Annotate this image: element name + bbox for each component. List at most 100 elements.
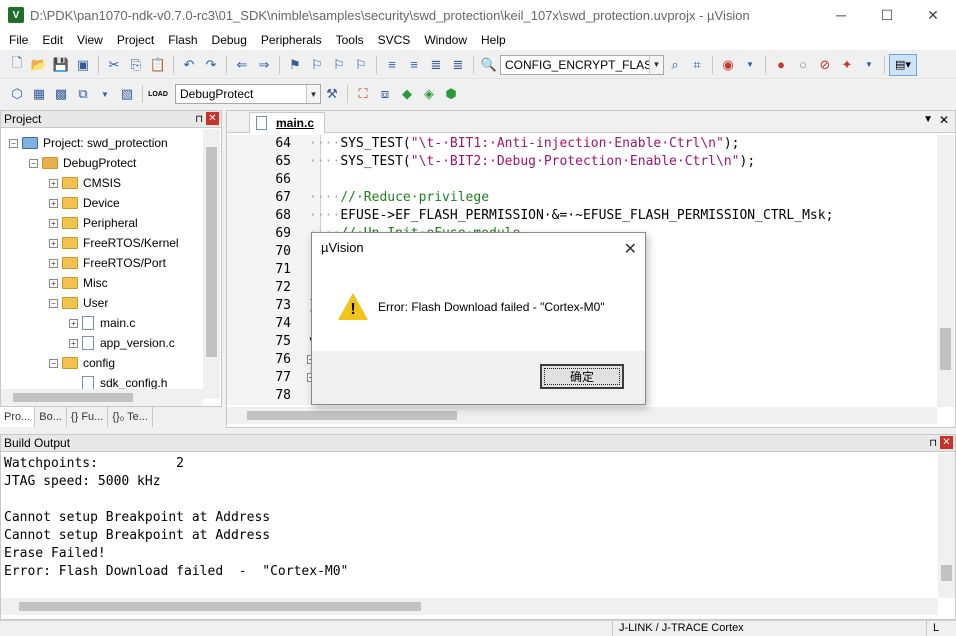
menu-svcs[interactable]: SVCS [371,30,418,50]
build-icon[interactable]: ▦ [30,85,48,103]
expand-icon[interactable]: + [49,258,58,268]
chevron-down-icon[interactable]: ▼ [860,56,878,74]
save-icon[interactable]: 💾 [52,56,70,74]
cut-icon[interactable]: ✂ [105,56,123,74]
debug-session-icon[interactable]: ◉ [719,56,737,74]
menu-tools[interactable]: Tools [329,30,371,50]
collapse-icon[interactable]: − [9,138,18,148]
scrollbar-thumb[interactable] [247,411,457,420]
menu-flash[interactable]: Flash [161,30,204,50]
tab-list-icon[interactable]: ▼ [923,114,933,125]
uncomment-icon[interactable]: ≣ [449,56,467,74]
find-in-files-icon[interactable]: 🔍 [480,56,498,74]
build-vertical-scrollbar[interactable] [938,453,955,598]
tree-item-folder[interactable]: + FreeRTOS/Kernel [49,233,179,253]
manage-rte-icon[interactable]: ◈ [420,85,438,103]
tree-item-folder[interactable]: − config [49,353,115,373]
menu-edit[interactable]: Edit [35,30,70,50]
scrollbar-thumb[interactable] [206,147,217,357]
incremental-find-icon[interactable]: ⌗ [688,56,706,74]
tree-item-folder[interactable]: + Device [49,193,120,213]
tree-item-folder[interactable]: − User [49,293,108,313]
project-vertical-scrollbar[interactable] [203,129,220,399]
pin-icon[interactable]: ⊓ [195,112,203,128]
bookmark-icon[interactable]: ⚑ [286,56,304,74]
chevron-down-icon[interactable]: ▼ [306,85,320,103]
rte-options-icon[interactable]: ⬢ [442,85,460,103]
collapse-icon[interactable]: − [49,298,58,308]
editor-horizontal-scrollbar[interactable] [227,407,937,424]
undo-icon[interactable]: ↶ [180,56,198,74]
save-all-icon[interactable]: ▣ [74,56,92,74]
tree-item-folder[interactable]: + Peripheral [49,213,138,233]
clear-bookmarks-icon[interactable]: ⚐ [352,56,370,74]
define-combo[interactable]: CONFIG_ENCRYPT_FLASH ▼ [500,54,664,75]
unindent-icon[interactable]: ≡ [405,56,423,74]
expand-icon[interactable]: + [49,218,58,228]
chevron-down-icon[interactable]: ▼ [96,85,114,103]
build-horizontal-scrollbar[interactable] [1,598,938,615]
new-file-icon[interactable]: 🗋 [8,55,26,74]
pack-installer-icon[interactable]: ⧈ [376,85,394,103]
project-horizontal-scrollbar[interactable] [1,389,203,406]
close-window-button[interactable]: ✕ [910,0,956,30]
menu-window[interactable]: Window [417,30,474,50]
tree-item-file[interactable]: + app_version.c [69,333,175,353]
target-combo[interactable]: DebugProtect ▼ [175,84,321,104]
expand-icon[interactable]: + [69,318,78,328]
indent-icon[interactable]: ≡ [383,56,401,74]
expand-icon[interactable]: + [49,198,58,208]
kill-breakpoints-icon[interactable]: ⊘ [816,56,834,74]
close-panel-icon[interactable]: ✕ [206,112,219,125]
batch-build-icon[interactable]: ⧉ [74,85,92,103]
translate-icon[interactable]: ⬡ [8,85,26,103]
manage-project-items-icon[interactable]: ⛶ [354,85,372,103]
menu-peripherals[interactable]: Peripherals [254,30,329,50]
close-tab-icon[interactable]: ✕ [939,113,949,127]
tree-item-file[interactable]: + main.c [69,313,135,333]
prev-bookmark-icon[interactable]: ⚐ [308,56,326,74]
tab-main-c[interactable]: main.c [249,112,326,133]
download-load-icon[interactable]: LOAD [148,85,168,103]
scrollbar-thumb[interactable] [940,328,951,370]
find-icon[interactable]: ⌕ [666,56,684,74]
tree-item-target[interactable]: − DebugProtect [29,153,136,173]
configure-icon[interactable]: ✦ [838,56,856,74]
copy-icon[interactable]: ⎘ [127,56,145,74]
scrollbar-thumb[interactable] [941,565,952,581]
expand-icon[interactable]: + [49,278,58,288]
project-tab-2[interactable]: {} Fu... [67,407,109,427]
open-file-icon[interactable]: 📂 [30,56,48,74]
editor-vertical-scrollbar[interactable] [937,135,954,407]
menu-view[interactable]: View [70,30,110,50]
menu-project[interactable]: Project [110,30,161,50]
collapse-icon[interactable]: − [29,158,38,168]
menu-help[interactable]: Help [474,30,513,50]
comment-icon[interactable]: ≣ [427,56,445,74]
tree-item-project[interactable]: − Project: swd_protection [9,133,168,153]
disable-breakpoint-icon[interactable]: ○ [794,56,812,74]
dialog-close-button[interactable]: ✕ [624,239,637,259]
target-options-icon[interactable]: ⚒ [323,85,341,103]
maximize-button[interactable]: ☐ [864,0,910,30]
scrollbar-thumb[interactable] [13,393,133,402]
menu-debug[interactable]: Debug [205,30,254,50]
next-bookmark-icon[interactable]: ⚐ [330,56,348,74]
expand-icon[interactable]: + [49,238,58,248]
redo-icon[interactable]: ↷ [202,56,220,74]
project-tab-1[interactable]: Bo... [35,407,67,427]
expand-icon[interactable]: + [69,338,78,348]
menu-file[interactable]: File [2,30,35,50]
chevron-down-icon[interactable]: ▼ [741,56,759,74]
breakpoint-icon[interactable]: ● [772,56,790,74]
navigate-back-icon[interactable]: ⇐ [233,56,251,74]
pin-icon[interactable]: ⊓ [929,436,937,452]
paste-icon[interactable]: 📋 [149,56,167,74]
chevron-down-icon[interactable]: ▼ [649,55,663,74]
scrollbar-thumb[interactable] [19,602,421,611]
select-packs-icon[interactable]: ◆ [398,85,416,103]
collapse-icon[interactable]: − [49,358,58,368]
project-tab-0[interactable]: Pro... [0,407,36,427]
expand-icon[interactable]: + [49,178,58,188]
window-layout-icon[interactable]: ▤▾ [889,53,917,76]
